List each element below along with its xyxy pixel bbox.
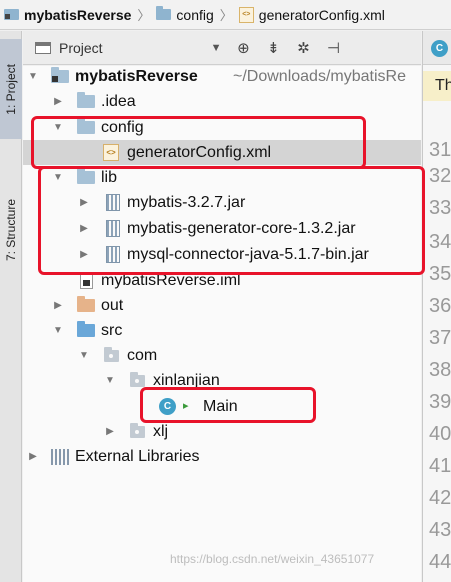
folder-icon	[156, 6, 172, 20]
breadcrumb-folder[interactable]: config	[156, 6, 214, 23]
editor-notification-banner: Th	[423, 71, 451, 101]
hide-icon[interactable]: ⊣	[325, 39, 341, 57]
line-number: 39	[429, 391, 451, 413]
tool-window-project-tab[interactable]: 1: Project	[0, 39, 22, 139]
line-number: 35	[429, 263, 451, 285]
highlight-box-main	[140, 387, 316, 423]
gear-icon[interactable]: ✲	[295, 39, 311, 57]
folder-icon	[77, 92, 95, 108]
line-number: 38	[429, 359, 451, 381]
line-number: 42	[429, 487, 451, 509]
breadcrumb-file[interactable]: <> generatorConfig.xml	[238, 6, 385, 23]
library-icon	[51, 448, 69, 465]
tree-row-external-libraries[interactable]: ▶ External Libraries	[23, 444, 421, 469]
navigation-bar: mybatisReverse 〉 config 〉 <> generatorCo…	[0, 0, 451, 30]
tree-row-src[interactable]: ▼ src	[23, 318, 421, 343]
line-number: 34	[429, 231, 451, 253]
expand-arrow-icon[interactable]: ▼	[104, 375, 116, 387]
project-panel-header: Project ▼ ⊕ ⇟ ✲ ⊣	[23, 31, 421, 65]
xml-file-icon: <>	[238, 6, 254, 23]
tool-window-strip: 1: Project 7: Structure	[0, 31, 22, 582]
line-number: 33	[429, 197, 451, 219]
java-class-icon[interactable]: C	[431, 40, 448, 57]
excluded-folder-icon	[77, 296, 95, 312]
module-folder-icon	[4, 9, 19, 20]
expand-arrow-icon[interactable]: ▼	[52, 325, 64, 337]
expand-arrow-icon[interactable]: ▼	[27, 71, 39, 83]
collapse-all-icon[interactable]: ⇟	[265, 39, 281, 57]
chevron-right-icon: 〉	[219, 8, 233, 23]
package-icon	[130, 422, 145, 438]
project-view-icon	[35, 41, 51, 54]
line-number: 41	[429, 455, 451, 477]
tree-row-root[interactable]: ▼ mybatisReverse ~/Downloads/mybatisRe	[23, 66, 421, 89]
target-icon[interactable]: ⊕	[235, 39, 251, 57]
package-icon	[130, 371, 145, 387]
module-folder-icon	[51, 67, 69, 83]
editor-area: C Th 31 32 33 34 35 36 37 38 39 40 41 42…	[422, 31, 451, 582]
collapse-arrow-icon[interactable]: ▶	[52, 96, 64, 108]
panel-title[interactable]: Project	[59, 40, 103, 56]
package-icon	[104, 346, 119, 362]
highlight-box-config	[31, 116, 366, 169]
expand-arrow-icon[interactable]: ▼	[78, 350, 90, 362]
editor-tab-bar: C	[423, 31, 451, 65]
chevron-right-icon: 〉	[137, 8, 151, 23]
tool-window-structure-tab[interactable]: 7: Structure	[0, 171, 22, 289]
tree-row-com[interactable]: ▼ com	[23, 343, 421, 368]
collapse-arrow-icon[interactable]: ▶	[52, 300, 64, 312]
source-folder-icon	[77, 321, 95, 337]
breadcrumb-project[interactable]: mybatisReverse	[4, 7, 131, 23]
tree-row-idea[interactable]: ▶ .idea	[23, 89, 421, 114]
line-number: 43	[429, 519, 451, 541]
line-number: 40	[429, 423, 451, 445]
line-number: 37	[429, 327, 451, 349]
line-number: 31	[429, 139, 451, 161]
tree-row-out[interactable]: ▶ out	[23, 293, 421, 318]
collapse-arrow-icon[interactable]: ▶	[27, 451, 39, 463]
collapse-arrow-icon[interactable]: ▶	[104, 426, 116, 438]
watermark: https://blog.csdn.net/weixin_43651077	[170, 552, 375, 566]
chevron-down-icon[interactable]: ▼	[211, 42, 222, 54]
line-number: 32	[429, 165, 451, 187]
line-number: 36	[429, 295, 451, 317]
line-number: 44	[429, 551, 451, 573]
highlight-box-lib	[38, 166, 425, 275]
